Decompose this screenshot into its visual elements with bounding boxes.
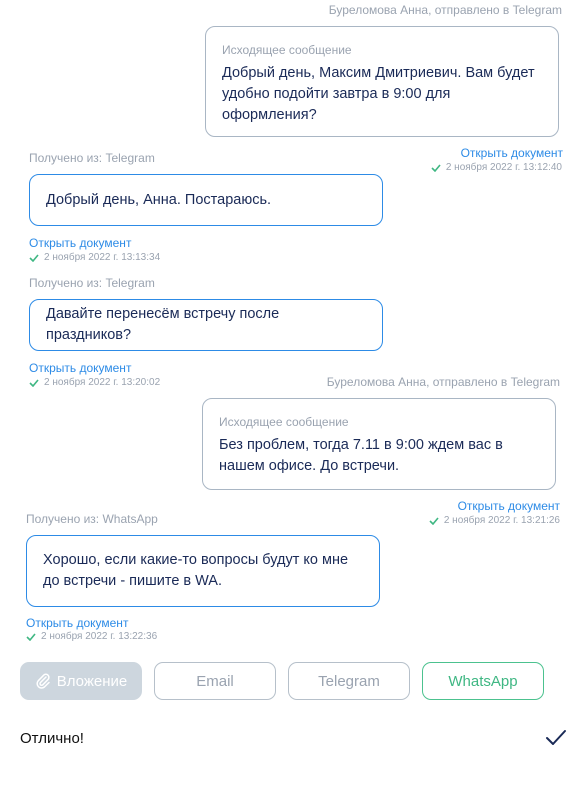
message-timestamp: 2 ноября 2022 г. 13:20:02	[29, 377, 160, 388]
timestamp-text: 2 ноября 2022 г. 13:21:26	[443, 515, 560, 526]
message-text: Добрый день, Анна. Постараюсь.	[46, 191, 272, 208]
timestamp-text: 2 ноября 2022 г. 13:20:02	[44, 377, 161, 388]
incoming-message-bubble: Добрый день, Анна. Постараюсь.	[29, 174, 383, 226]
message-timestamp: 2 ноября 2022 г. 13:21:26	[429, 515, 560, 526]
incoming-message-bubble: Давайте перенесём встречу после праздник…	[29, 299, 383, 351]
timestamp-text: 2 ноября 2022 г. 13:22:36	[41, 631, 158, 642]
message-text: Добрый день, Максим Дмитриевич. Вам буде…	[222, 65, 535, 123]
message-sender: Буреломова Анна, отправлено в Telegram	[326, 375, 560, 389]
outgoing-message-bubble: Исходящее сообщение Добрый день, Максим …	[205, 26, 559, 137]
check-icon	[26, 632, 36, 641]
check-icon	[431, 163, 441, 172]
incoming-message-bubble: Хорошо, если какие-то вопросы будут ко м…	[26, 535, 380, 607]
open-document-link[interactable]: Открыть документ	[461, 146, 563, 160]
message-source: Получено из: Telegram	[29, 276, 155, 290]
open-document-link[interactable]: Открыть документ	[26, 616, 128, 630]
check-icon	[29, 378, 39, 387]
paperclip-icon	[36, 673, 50, 689]
attachment-button[interactable]: Вложение	[20, 662, 142, 700]
email-channel-button[interactable]: Email	[154, 662, 276, 700]
whatsapp-channel-button[interactable]: WhatsApp	[422, 662, 544, 700]
message-timestamp: 2 ноября 2022 г. 13:13:34	[29, 252, 160, 263]
outgoing-message-caption: Исходящее сообщение	[219, 415, 349, 429]
telegram-channel-label: Telegram	[318, 672, 380, 690]
message-source: Получено из: WhatsApp	[26, 512, 158, 526]
message-input[interactable]: Отлично!	[20, 730, 84, 747]
open-document-link[interactable]: Открыть документ	[458, 499, 560, 513]
message-timestamp: 2 ноября 2022 г. 13:22:36	[26, 631, 157, 642]
attachment-button-label: Вложение	[56, 672, 128, 690]
open-document-link[interactable]: Открыть документ	[29, 361, 131, 375]
message-source: Получено из: Telegram	[29, 151, 155, 165]
check-icon	[29, 253, 39, 262]
telegram-channel-button[interactable]: Telegram	[288, 662, 410, 700]
message-text: Хорошо, если какие-то вопросы будут ко м…	[43, 552, 349, 589]
message-text: Без проблем, тогда 7.11 в 9:00 ждем вас …	[219, 437, 503, 474]
email-channel-label: Email	[196, 672, 234, 690]
whatsapp-channel-label: WhatsApp	[448, 672, 518, 690]
message-timestamp: 2 ноября 2022 г. 13:12:40	[431, 162, 562, 173]
timestamp-text: 2 ноября 2022 г. 13:12:40	[445, 162, 562, 173]
timestamp-text: 2 ноября 2022 г. 13:13:34	[44, 252, 161, 263]
message-sender: Буреломова Анна, отправлено в Telegram	[328, 3, 562, 17]
outgoing-message-caption: Исходящее сообщение	[222, 43, 352, 57]
open-document-link[interactable]: Открыть документ	[29, 236, 131, 250]
send-check-icon[interactable]	[544, 728, 568, 748]
outgoing-message-bubble: Исходящее сообщение Без проблем, тогда 7…	[202, 398, 556, 490]
message-text: Давайте перенесём встречу после праздник…	[46, 306, 280, 343]
check-icon	[429, 516, 439, 525]
